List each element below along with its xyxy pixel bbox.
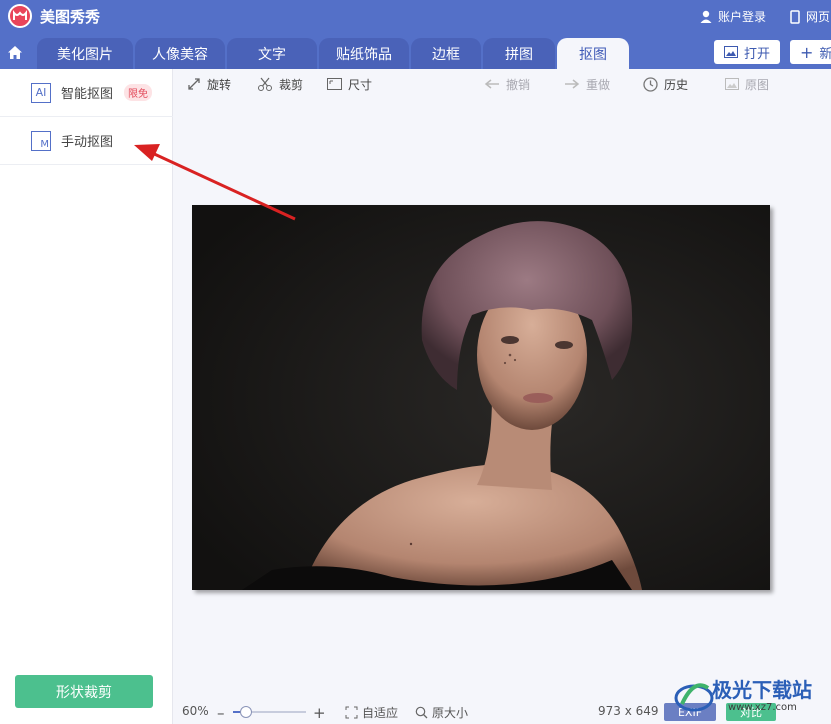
actual-size-label: 原大小 [432, 706, 469, 720]
plus-zoom-icon: + [313, 704, 326, 722]
zoom-in-button[interactable]: + [313, 704, 326, 722]
minus-icon: – [217, 704, 225, 722]
image-dimensions: 973 x 649 [598, 704, 659, 718]
magnifier-icon [415, 706, 428, 719]
annotation-arrow [134, 144, 296, 221]
fit-button[interactable]: 自适应 [345, 704, 398, 721]
watermark-logo-icon [674, 683, 714, 712]
watermark-url: www.xz7.com [728, 702, 797, 713]
fit-icon [345, 706, 358, 719]
watermark-text: 极光下载站 [712, 678, 812, 702]
zoom-slider-thumb[interactable] [240, 706, 252, 718]
zoom-out-button[interactable]: – [217, 704, 225, 722]
actual-size-button[interactable]: 原大小 [415, 704, 468, 721]
watermark: 极光下载站 www.xz7.com [672, 672, 831, 724]
fit-label: 自适应 [362, 706, 399, 720]
zoom-level: 60% [182, 704, 209, 718]
